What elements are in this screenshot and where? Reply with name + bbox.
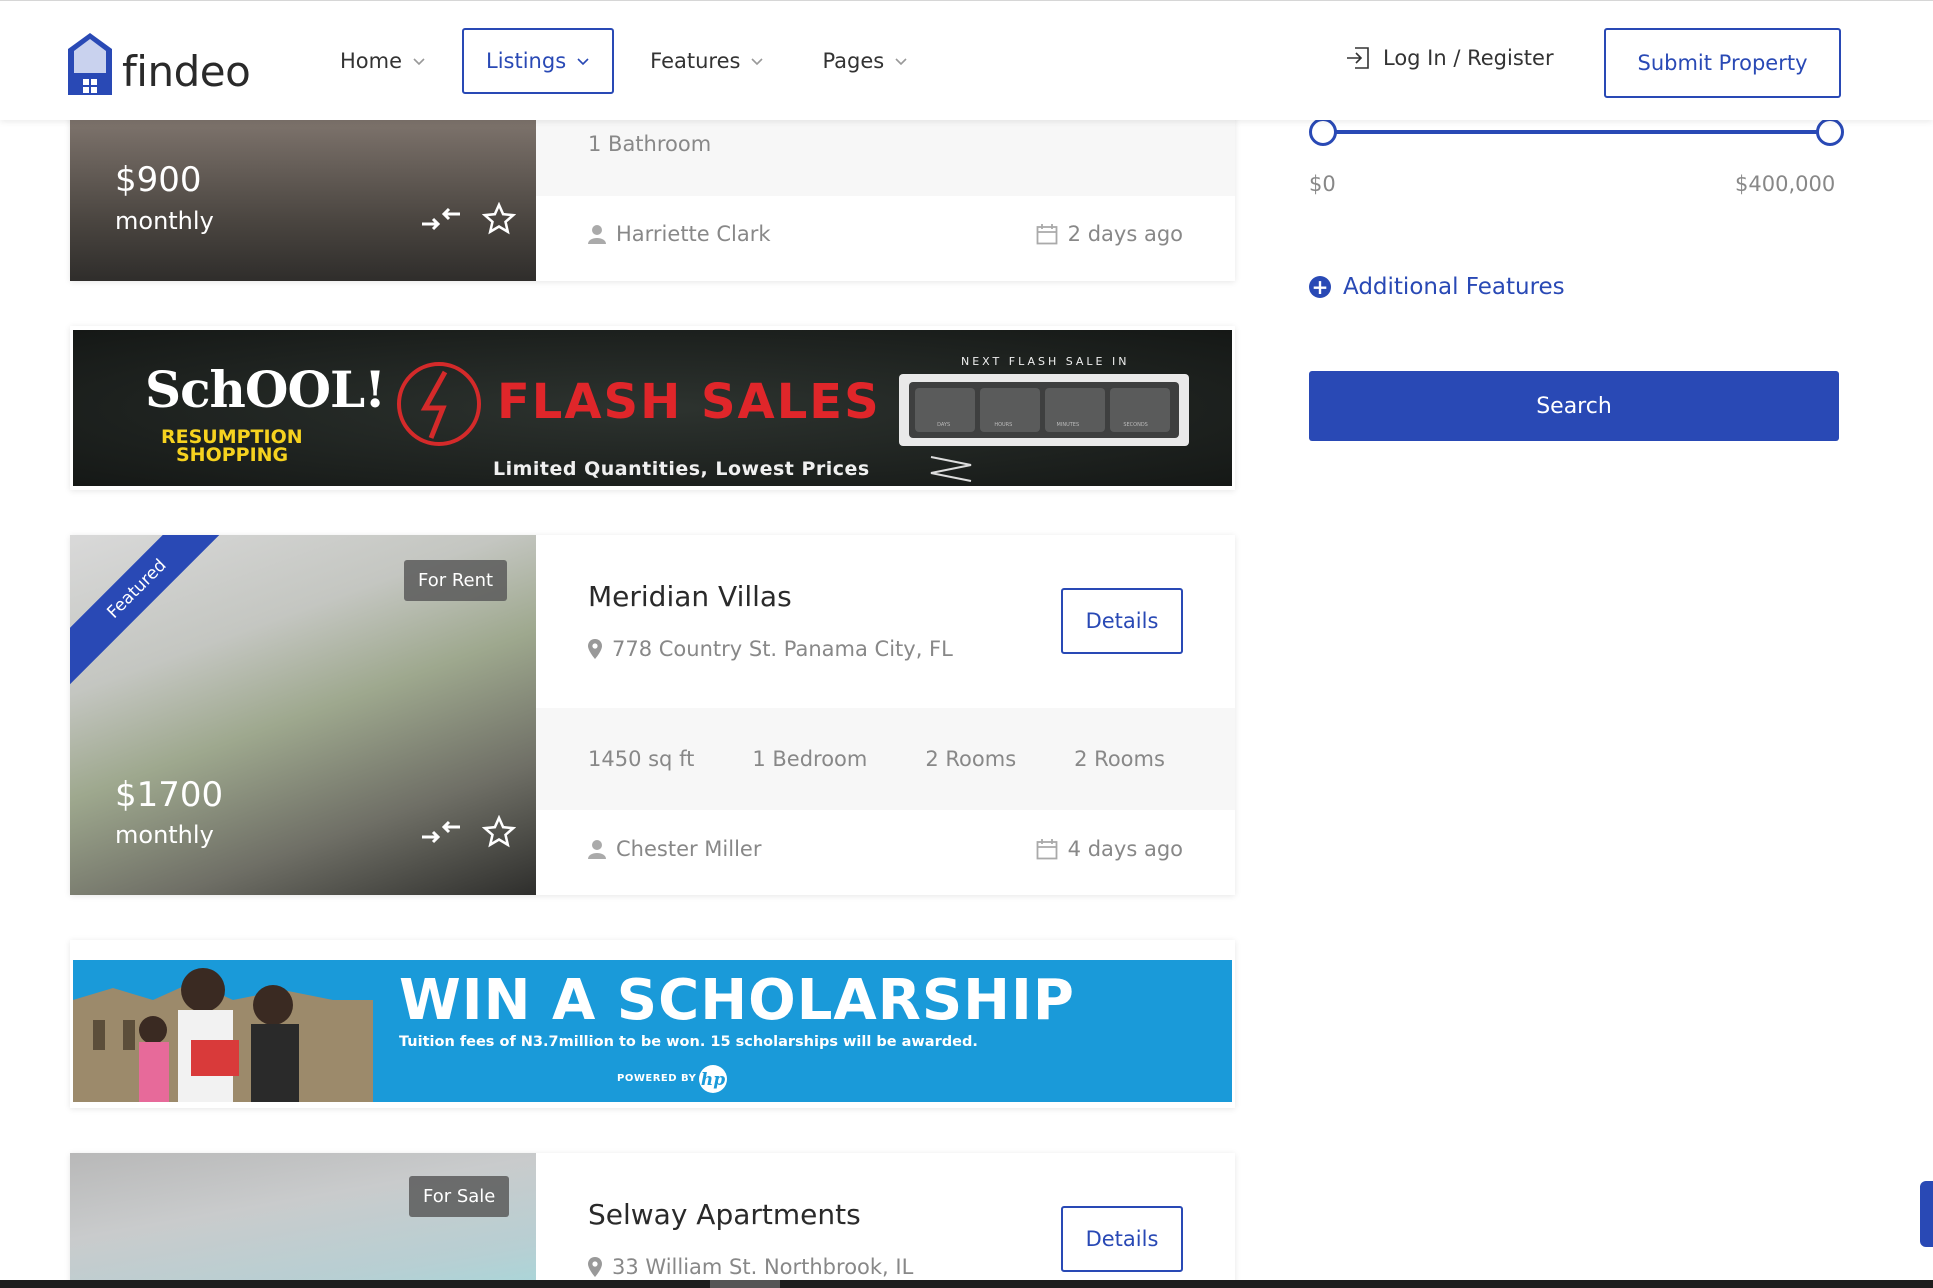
submit-property-button[interactable]: Submit Property [1604, 28, 1841, 98]
nav-listings-label: Listings [486, 49, 567, 73]
listing-card[interactable]: Featured For Rent $1700 monthly Meridian… [70, 535, 1235, 895]
featured-ribbon: Featured [70, 535, 240, 692]
user-icon [588, 840, 606, 859]
chevron-down-icon [413, 58, 425, 66]
plus-circle-icon: + [1309, 276, 1331, 298]
star-icon[interactable] [482, 202, 516, 236]
countdown-minutes-label: MINUTES [1056, 422, 1080, 428]
house-logo-icon [68, 33, 112, 95]
flash-sales-headline: FLASH SALES [497, 374, 881, 430]
sign-in-icon [1347, 47, 1369, 69]
school-title: SchOOL! [145, 360, 386, 419]
calendar-icon [1036, 224, 1058, 245]
flash-sales-ad[interactable]: SchOOL! RESUMPTION SHOPPING FLASH SALES … [70, 326, 1235, 490]
search-button-label: Search [1536, 393, 1612, 419]
listing-address-text: 33 William St. Northbrook, IL [612, 1255, 914, 1279]
nav-listings[interactable]: Listings [462, 28, 615, 94]
chevron-down-icon [577, 58, 589, 66]
search-button[interactable]: Search [1309, 371, 1839, 441]
school-subtitle-2: SHOPPING [176, 444, 289, 466]
spec-rooms: 2 Rooms [925, 747, 1017, 771]
listing-card[interactable]: For Sale Selway Apartments 33 William St… [70, 1153, 1235, 1288]
listing-address-text: 778 Country St. Panama City, FL [612, 637, 953, 661]
listing-specs: 1450 sq ft 1 Bedroom 2 Rooms 2 Rooms [536, 708, 1235, 810]
logo[interactable]: findeo [68, 31, 251, 96]
submit-property-label: Submit Property [1637, 51, 1808, 75]
nav-pages-label: Pages [822, 49, 885, 73]
svg-text:hp: hp [701, 1070, 725, 1090]
listing-date: 4 days ago [1067, 837, 1183, 861]
featured-label: Featured [103, 555, 171, 623]
listing-image[interactable]: For Sale [70, 1153, 536, 1288]
spec-bedrooms: 1 Bedroom [752, 747, 868, 771]
nav-features-label: Features [650, 49, 741, 73]
spec-area: 1450 sq ft [588, 747, 695, 771]
scholarship-subline: Tuition fees of N3.7million to be won. 1… [399, 1034, 978, 1050]
countdown-title: NEXT FLASH SALE IN [961, 355, 1130, 368]
details-button[interactable]: Details [1061, 1206, 1183, 1272]
login-register-link[interactable]: Log In / Register [1345, 45, 1554, 71]
login-register-label: Log In / Register [1383, 46, 1554, 70]
map-pin-icon [588, 639, 602, 659]
listing-title[interactable]: Meridian Villas [588, 580, 792, 613]
details-button[interactable]: Details [1061, 588, 1183, 654]
details-button-label: Details [1085, 609, 1159, 633]
status-tag: For Sale [409, 1176, 510, 1217]
status-tag: For Rent [404, 560, 508, 601]
listing-title[interactable]: Selway Apartments [588, 1198, 861, 1231]
main-nav: Home Listings Features Pages [318, 28, 944, 94]
powered-by-label: POWERED BY [617, 1073, 697, 1084]
site-header: findeo Home Listings Features Pages Log … [0, 0, 1933, 120]
listing-price: $900 [115, 160, 202, 200]
listing-price-period: monthly [115, 207, 214, 235]
countdown-seconds-label: SECONDS [1123, 422, 1148, 428]
countdown-hours-label: HOURS [994, 422, 1013, 428]
nav-home[interactable]: Home [318, 29, 448, 93]
chevron-down-icon [895, 58, 907, 66]
nav-pages[interactable]: Pages [800, 29, 930, 93]
scrollbar-thumb[interactable] [710, 1280, 780, 1288]
star-icon[interactable] [482, 815, 516, 849]
scholarship-headline: WIN A SCHOLARSHIP [399, 968, 1075, 1033]
compare-icon[interactable] [418, 202, 464, 236]
user-icon [588, 225, 606, 244]
listing-date: 2 days ago [1067, 222, 1183, 246]
listing-address: 33 William St. Northbrook, IL [588, 1255, 913, 1279]
additional-features-label: Additional Features [1343, 274, 1565, 300]
calendar-icon [1036, 839, 1058, 860]
additional-features-toggle[interactable]: + Additional Features [1309, 274, 1565, 300]
nav-features[interactable]: Features [628, 29, 786, 93]
horizontal-scrollbar[interactable] [0, 1280, 1933, 1288]
scholarship-ad[interactable]: hp WIN A SCHOLARSHIP Tuition fees of N3.… [70, 940, 1235, 1108]
listing-agent[interactable]: Chester Miller [616, 837, 761, 861]
price-min-label: $0 [1309, 172, 1336, 196]
map-pin-icon [588, 1257, 602, 1277]
price-range-track[interactable] [1323, 130, 1828, 134]
details-button-label: Details [1085, 1227, 1159, 1251]
price-max-label: $400,000 [1735, 172, 1836, 196]
spec-rooms: 2 Rooms [1074, 747, 1165, 771]
logo-text: findeo [122, 47, 251, 96]
listing-price: $1700 [115, 775, 224, 815]
listing-address: 778 Country St. Panama City, FL [588, 637, 953, 661]
price-min-handle[interactable] [1309, 118, 1337, 146]
back-to-top-button[interactable] [1920, 1181, 1933, 1247]
compare-icon[interactable] [418, 815, 464, 849]
countdown-days-label: DAYS [937, 422, 951, 428]
listing-image[interactable]: Featured For Rent $1700 monthly [70, 535, 536, 895]
price-max-handle[interactable] [1816, 118, 1844, 146]
chevron-down-icon [751, 58, 764, 66]
nav-home-label: Home [340, 49, 403, 73]
flash-sales-subline: Limited Quantities, Lowest Prices [493, 458, 870, 480]
listing-agent[interactable]: Harriette Clark [616, 222, 771, 246]
listing-price-period: monthly [115, 821, 214, 849]
